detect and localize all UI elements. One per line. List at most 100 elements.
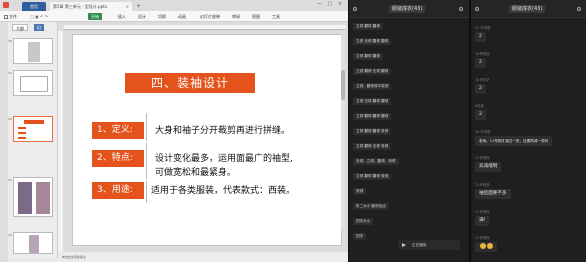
play-icon[interactable] <box>402 243 406 247</box>
message-bubble[interactable]: 满! <box>475 216 490 226</box>
menu-transition[interactable]: 切换 <box>158 11 166 22</box>
chat-title-label: 服装成衣(43) <box>509 5 546 13</box>
menu-design[interactable]: 设计 <box>138 11 146 22</box>
thumb-figure <box>28 42 40 62</box>
message-item: 立领 翻领 翻领 <box>353 22 383 30</box>
slide-thumbnail[interactable] <box>13 232 53 254</box>
slide-canvas[interactable]: 四、装袖设计 1、定义: 大身和袖子分开裁剪再进行拼缝。 2、特点: 设计变化最… <box>72 34 342 246</box>
more-icon[interactable] <box>577 7 581 11</box>
message-item: 四字 <box>353 232 367 240</box>
back-icon[interactable] <box>353 7 357 11</box>
chat-title[interactable]: 服装成衣(43) <box>509 0 546 18</box>
message-bubble[interactable]: 2 <box>475 32 486 42</box>
notes-bar[interactable]: 单击此处添加备注 <box>58 252 348 262</box>
features-text-line1[interactable]: 设计变化最多，运用面最广的袖型, <box>155 152 293 166</box>
title-bar: 首页 第5章 第三单元 - 型设计.pptx × + — ▢ × <box>0 0 348 11</box>
label-usage[interactable]: 3、用途: <box>92 182 144 199</box>
features-text-line2[interactable]: 可做宽松和最紧身。 <box>155 166 236 180</box>
message-item: 16号同学 2 <box>475 78 490 94</box>
message-bubble[interactable]: 四字大小 <box>353 218 374 225</box>
slide-thumbnail[interactable] <box>13 70 53 96</box>
back-icon[interactable] <box>475 7 479 11</box>
tab-document-label: 第5章 第三单元 - 型设计.pptx <box>53 4 108 9</box>
message-item: 05 学号是 2 <box>475 26 491 42</box>
menu-slideshow[interactable]: 幻灯片放映 <box>200 11 220 22</box>
smile-emoji-icon <box>480 242 486 249</box>
message-sender: 22号熊扬 <box>475 156 490 160</box>
message-sender: 05 学号是 <box>475 26 491 30</box>
label-features[interactable]: 2、特点: <box>92 150 144 167</box>
message-bubble[interactable]: 立领 翻领 无领 翻领 <box>353 68 392 75</box>
more-icon[interactable] <box>459 7 463 11</box>
app-logo-icon <box>3 2 9 8</box>
message-bubble[interactable]: 立领 无领 翻领 翻领 <box>353 38 392 45</box>
message-bubble[interactable]: 袖后面要不多 <box>475 189 511 199</box>
window-controls[interactable]: — ▢ × <box>317 1 344 7</box>
label-definition[interactable]: 1、定义: <box>92 122 144 139</box>
menu-start[interactable]: 开始 <box>88 13 102 20</box>
audio-player[interactable]: 正在播放 <box>398 240 460 250</box>
message-bubble[interactable]: 立领，翻领驳平驳领 <box>353 83 392 90</box>
menu-file[interactable]: 文件 <box>4 11 17 22</box>
tab-document[interactable]: 第5章 第三单元 - 型设计.pptx × <box>50 2 132 11</box>
message-bubble[interactable]: 2 <box>475 110 486 120</box>
message-bubble[interactable]: 立领 翻领 翻领 驳领 <box>353 128 392 135</box>
new-tab-icon[interactable]: + <box>136 2 141 11</box>
audio-label: 正在播放 <box>412 243 427 247</box>
slide-number: 18 <box>8 39 12 43</box>
menu-tools[interactable]: 工具 <box>272 11 280 22</box>
menu-bar: 文件 ▢ ▣ ↶ ↷ 开始 插入 设计 切换 动画 幻灯片放映 审阅 视图 工具 <box>0 11 348 22</box>
message-item: 立领 翻领 翻领 驳领 <box>353 172 392 180</box>
emoji-message[interactable] <box>475 242 497 252</box>
message-item: 22号熊扬 <box>475 236 497 252</box>
message-item: 立领 翻领 无领 驳领 <box>353 142 392 150</box>
message-bubble[interactable]: 双减缝制 <box>475 162 502 172</box>
message-sender: 22号熊扬 <box>475 183 490 187</box>
usage-text[interactable]: 适用于各类服装，代表款式：西装。 <box>151 184 295 198</box>
thumb-photo <box>36 182 50 214</box>
message-bubble[interactable]: 立领 翻领 翻领 驳领 <box>353 173 392 180</box>
divider <box>146 143 147 179</box>
message-bubble[interactable]: 立领 翻领 翻领 <box>353 53 383 60</box>
menu-animation[interactable]: 动画 <box>178 11 186 22</box>
message-bubble[interactable]: 驳领 <box>353 188 367 195</box>
menu-review[interactable]: 审阅 <box>232 11 240 22</box>
menu-insert[interactable]: 插入 <box>118 11 126 22</box>
message-bubble[interactable]: 折二大小 取材优点 <box>353 203 389 210</box>
slide-thumbnail[interactable] <box>13 177 53 217</box>
toolbar-quick-icons[interactable]: ▢ ▣ ↶ ↷ <box>30 11 48 22</box>
message-sender: 22号熊扬 <box>475 210 490 214</box>
thumb-label <box>18 127 26 129</box>
message-sender: 18号阳西 <box>475 52 490 56</box>
message-item: 立领 翻领 翻领 <box>353 52 383 60</box>
definition-text[interactable]: 大身和袖子分开裁剪再进行拼缝。 <box>155 124 290 138</box>
message-bubble[interactable]: 2 <box>475 84 486 94</box>
slide-title[interactable]: 四、装袖设计 <box>125 73 255 93</box>
tab-slides[interactable]: 幻 <box>34 24 44 31</box>
message-bubble[interactable]: 立领 无领 翻领 翻领 <box>353 98 392 105</box>
message-bubble[interactable]: 立领 翻领 无领 驳领 <box>353 143 392 150</box>
menu-file-label: 文件 <box>9 14 17 19</box>
message-bubble[interactable]: 立领 翻领 翻领 翻领 <box>353 113 392 120</box>
tab-outline[interactable]: 大纲 <box>12 24 28 31</box>
slide-thumbnail[interactable] <box>13 38 53 64</box>
vertical-scrollbar[interactable] <box>341 30 345 230</box>
message-bubble[interactable]: 无领，立领，翻领，驳领 <box>353 158 399 165</box>
scrollbar-thumb[interactable] <box>341 70 345 100</box>
thumb-label <box>18 132 26 134</box>
menu-view[interactable]: 视图 <box>252 11 260 22</box>
message-bubble[interactable]: 四字 <box>353 233 367 240</box>
message-item: 22号熊扬 袖后面要不多 <box>475 183 511 199</box>
message-bubble[interactable]: 立领 翻领 翻领 <box>353 23 383 30</box>
slide-number: 19 <box>8 71 12 75</box>
chat-title[interactable]: 服装成衣(43) <box>389 0 426 18</box>
message-bubble[interactable]: 老师。11号刚才减过一张，还要再减一张吗 <box>475 136 553 146</box>
slide-thumbnail-selected[interactable] <box>13 116 53 142</box>
thumbnail-tabs: 大纲 幻 <box>8 22 58 32</box>
chat-panel-detail: 服装成衣(43) 05 学号是 2 18号阳西 2 16号同学 2 8班鑫 2 … <box>470 0 586 262</box>
message-bubble[interactable]: 2 <box>475 58 486 68</box>
chat-header: 服装成衣(43) <box>471 0 586 18</box>
close-tab-icon[interactable]: × <box>126 2 129 11</box>
tab-home[interactable]: 首页 <box>22 2 46 11</box>
message-item: 立领 无领 翻领 翻领 <box>353 37 392 45</box>
